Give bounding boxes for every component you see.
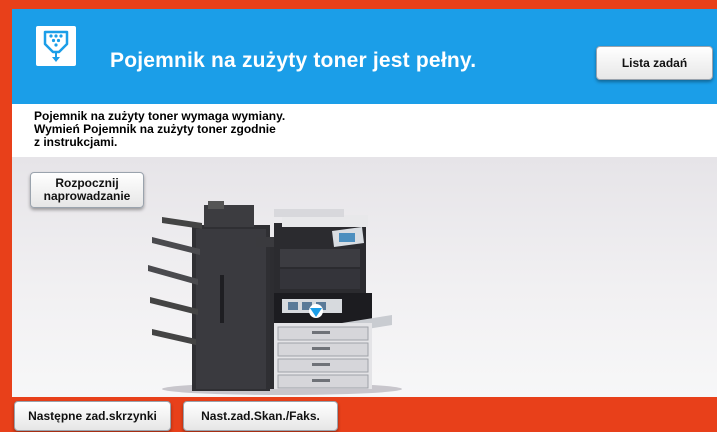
next-box-job-button[interactable]: Następne zad.skrzynki xyxy=(14,401,171,431)
message-line: z instrukcjami. xyxy=(34,135,118,149)
waste-toner-icon xyxy=(36,26,76,66)
alert-message: Pojemnik na zużyty toner wymaga wymiany.… xyxy=(34,110,434,149)
alert-panel: Pojemnik na zużyty toner jest pełny. Lis… xyxy=(12,9,717,397)
start-guidance-line2: naprowadzanie xyxy=(43,189,131,203)
alert-title: Pojemnik na zużyty toner jest pełny. xyxy=(110,49,477,72)
start-guidance-button[interactable]: Rozpocznij naprowadzanie xyxy=(30,172,144,208)
next-scan-fax-job-button[interactable]: Nast.zad.Skan./Faks. xyxy=(183,401,338,431)
alert-header: Pojemnik na zużyty toner jest pełny. Lis… xyxy=(12,9,717,104)
job-list-button[interactable]: Lista zadań xyxy=(596,46,713,80)
